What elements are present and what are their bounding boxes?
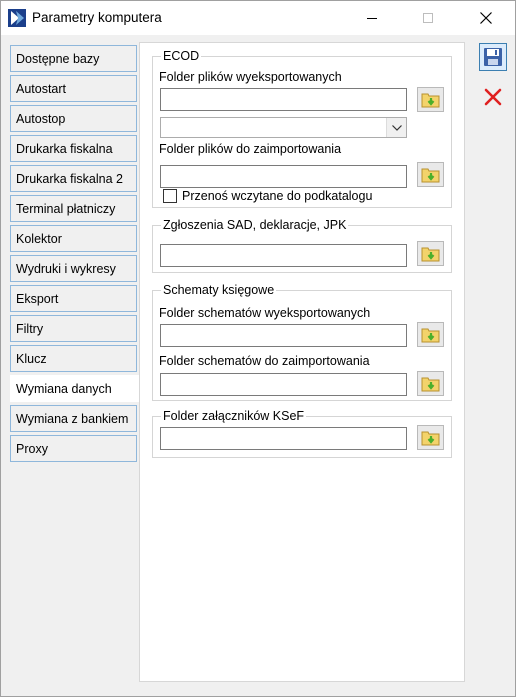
ecod-export-label: Folder plików wyeksportowanych (159, 70, 342, 84)
folder-open-icon (421, 247, 439, 262)
ksef-group-title: Folder załączników KSeF (161, 409, 307, 423)
nav-item-wydruki-i-wykresy[interactable]: Wydruki i wykresy (10, 255, 137, 282)
title-bar: Parametry komputera (1, 1, 515, 35)
schemas-export-folder-input[interactable] (160, 324, 407, 347)
nav-item-wymiana-danych[interactable]: Wymiana danych (10, 375, 142, 402)
minimize-button[interactable] (349, 1, 395, 35)
nav-item-eksport[interactable]: Eksport (10, 285, 137, 312)
nav-item-klucz[interactable]: Klucz (10, 345, 137, 372)
folder-open-icon (421, 328, 439, 343)
folder-open-icon (421, 377, 439, 392)
folder-open-icon (421, 93, 439, 108)
close-red-icon (484, 88, 502, 106)
schemas-group-title: Schematy księgowe (161, 283, 277, 297)
nav-item-kolektor[interactable]: Kolektor (10, 225, 137, 252)
folder-open-icon (421, 168, 439, 183)
nav-item-drukarka-fiskalna-2[interactable]: Drukarka fiskalna 2 (10, 165, 137, 192)
ecod-export-folder-input[interactable] (160, 88, 407, 111)
nav-item-drukarka-fiskalna[interactable]: Drukarka fiskalna (10, 135, 137, 162)
minimize-icon (367, 17, 377, 19)
schemas-export-browse-button[interactable] (417, 322, 444, 347)
ecod-import-browse-button[interactable] (417, 162, 444, 187)
close-icon (480, 12, 492, 24)
move-to-subfolder-label: Przenoś wczytane do podkatalogu (182, 189, 373, 203)
close-button[interactable] (463, 1, 509, 35)
schemas-import-folder-input[interactable] (160, 373, 407, 396)
cancel-button[interactable] (479, 83, 507, 111)
nav-item-wymiana-z-bankiem[interactable]: Wymiana z bankiem (10, 405, 137, 432)
sad-browse-button[interactable] (417, 241, 444, 266)
folder-open-icon (421, 431, 439, 446)
nav-item-autostart[interactable]: Autostart (10, 75, 137, 102)
ksef-browse-button[interactable] (417, 425, 444, 450)
schemas-import-browse-button[interactable] (417, 371, 444, 396)
maximize-button[interactable] (405, 1, 451, 35)
save-icon (484, 48, 502, 66)
nav-item-proxy[interactable]: Proxy (10, 435, 137, 462)
maximize-icon (423, 13, 433, 23)
app-logo-icon (8, 9, 26, 27)
window: Parametry komputera Dostępne bazy Autost… (0, 0, 516, 697)
move-to-subfolder-checkbox[interactable] (163, 189, 177, 203)
ecod-import-label: Folder plików do zaimportowania (159, 142, 342, 156)
nav-item-autostop[interactable]: Autostop (10, 105, 137, 132)
ksef-folder-input[interactable] (160, 427, 407, 450)
chevron-down-icon[interactable] (386, 118, 406, 137)
nav-item-filtry[interactable]: Filtry (10, 315, 137, 342)
save-button[interactable] (479, 43, 507, 71)
sad-group-title: Zgłoszenia SAD, deklaracje, JPK (161, 218, 349, 232)
nav-item-terminal-platniczy[interactable]: Terminal płatniczy (10, 195, 137, 222)
ecod-import-folder-input[interactable] (160, 165, 407, 188)
schemas-export-label: Folder schematów wyeksportowanych (159, 306, 371, 320)
window-title: Parametry komputera (32, 10, 162, 25)
ecod-export-browse-button[interactable] (417, 87, 444, 112)
schemas-import-label: Folder schematów do zaimportowania (159, 354, 370, 368)
ecod-group-title: ECOD (161, 49, 202, 63)
nav-item-dostepne-bazy[interactable]: Dostępne bazy (10, 45, 137, 72)
sad-folder-input[interactable] (160, 244, 407, 267)
ecod-format-combo[interactable] (160, 117, 407, 138)
